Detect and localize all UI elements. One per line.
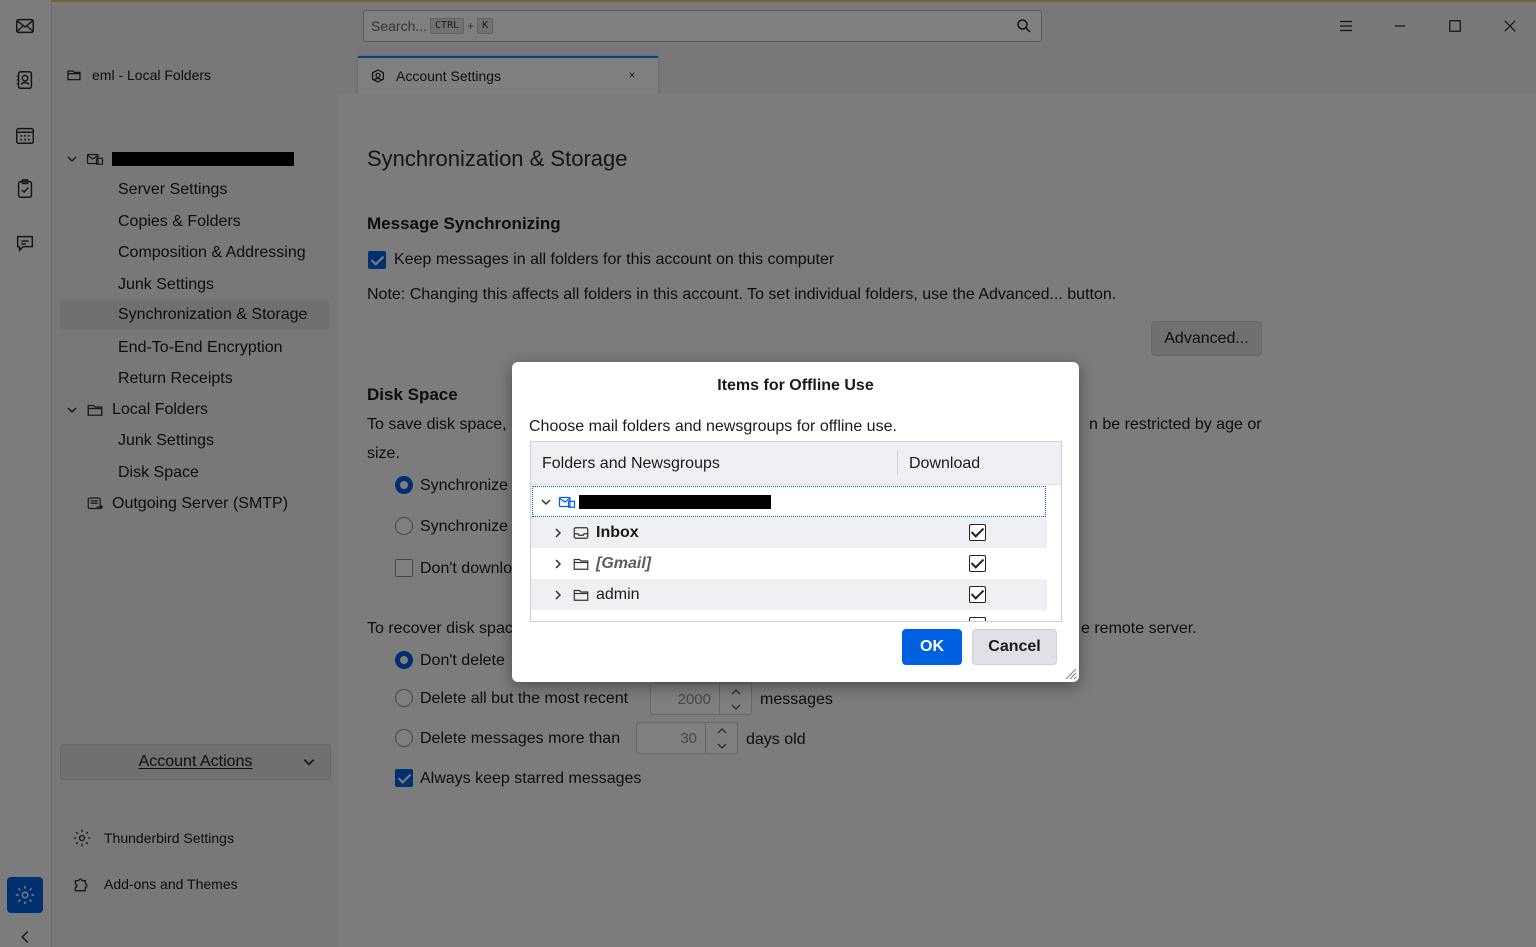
folder-label: admin: [596, 585, 640, 603]
offline-items-dialog: Items for Offline Use Choose mail folder…: [512, 362, 1079, 682]
folder-row-partial[interactable]: [531, 610, 1047, 621]
folder-label: [Gmail]: [596, 554, 652, 572]
resize-grip-icon[interactable]: [1061, 664, 1077, 680]
ok-button[interactable]: OK: [902, 629, 962, 665]
chevron-right-icon[interactable]: [552, 589, 564, 601]
folder-icon: [573, 558, 589, 570]
account-row[interactable]: [532, 486, 1046, 517]
download-checkbox[interactable]: [969, 555, 986, 572]
dialog-description: Choose mail folders and newsgroups for o…: [529, 418, 897, 435]
folder-icon: [573, 589, 589, 601]
ok-label: OK: [920, 638, 944, 655]
download-checkbox[interactable]: [969, 524, 986, 541]
cancel-label: Cancel: [988, 638, 1041, 655]
cancel-button[interactable]: Cancel: [972, 629, 1057, 665]
column-folders[interactable]: Folders and Newsgroups: [542, 455, 720, 473]
tree-header: Folders and Newsgroups Download: [531, 442, 1061, 485]
redacted-account-name: [579, 494, 771, 509]
column-separator: [897, 451, 898, 475]
column-download[interactable]: Download: [909, 455, 980, 473]
folder-row-gmail[interactable]: [Gmail]: [531, 548, 1047, 579]
dialog-title: Items for Offline Use: [717, 377, 874, 394]
download-checkbox[interactable]: [969, 617, 986, 621]
chevron-down-icon[interactable]: [540, 496, 552, 508]
mail-account-icon: [558, 496, 576, 508]
chevron-right-icon[interactable]: [552, 558, 564, 570]
inbox-icon: [573, 526, 589, 539]
folder-row-admin[interactable]: admin: [531, 579, 1047, 610]
download-checkbox[interactable]: [969, 586, 986, 603]
folder-tree: Folders and Newsgroups Download Inbox [G…: [530, 441, 1062, 622]
folder-row-inbox[interactable]: Inbox: [531, 517, 1047, 548]
folder-label: Inbox: [596, 523, 639, 541]
chevron-right-icon[interactable]: [552, 527, 564, 539]
